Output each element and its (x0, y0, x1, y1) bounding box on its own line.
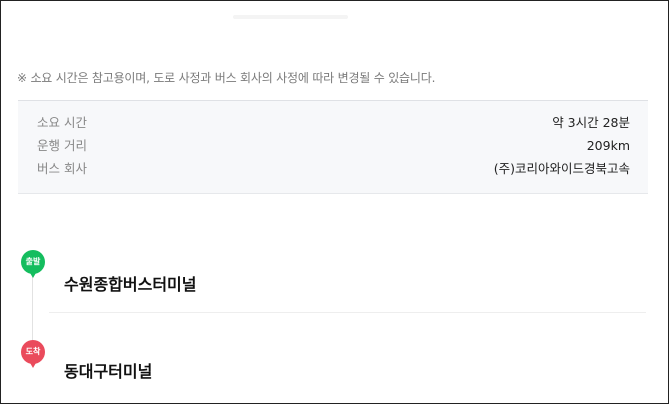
info-label: 소요 시간 (37, 115, 87, 130)
arrival-pin-icon: 도착 (21, 340, 45, 372)
departure-terminal[interactable]: 수원종합버스터미널 (64, 271, 196, 295)
departure-badge: 출발 (21, 250, 45, 274)
info-value: 약 3시간 28분 (552, 115, 630, 130)
route-detail-panel: ※ 소요 시간은 참고용이며, 도로 사정과 버스 회사의 사정에 따라 변경될… (0, 0, 669, 404)
divider (49, 312, 646, 313)
header-placeholder (233, 15, 348, 19)
arrival-badge: 도착 (21, 340, 45, 364)
info-row-company: 버스 회사 (주)코리아와이드경북고속 (37, 159, 630, 179)
info-label: 운행 거리 (37, 138, 87, 153)
info-value: 209km (586, 138, 630, 153)
notice-text: ※ 소요 시간은 참고용이며, 도로 사정과 버스 회사의 사정에 따라 변경될… (17, 71, 436, 85)
info-row-duration: 소요 시간 약 3시간 28분 (37, 113, 630, 133)
info-label: 버스 회사 (37, 161, 87, 176)
info-value: (주)코리아와이드경북고속 (493, 161, 630, 176)
departure-pin-icon: 출발 (21, 250, 45, 282)
arrival-terminal[interactable]: 동대구터미널 (64, 358, 152, 382)
info-row-distance: 운행 거리 209km (37, 136, 630, 156)
trip-info-box: 소요 시간 약 3시간 28분 운행 거리 209km 버스 회사 (주)코리아… (18, 100, 648, 194)
route-line (32, 273, 33, 343)
